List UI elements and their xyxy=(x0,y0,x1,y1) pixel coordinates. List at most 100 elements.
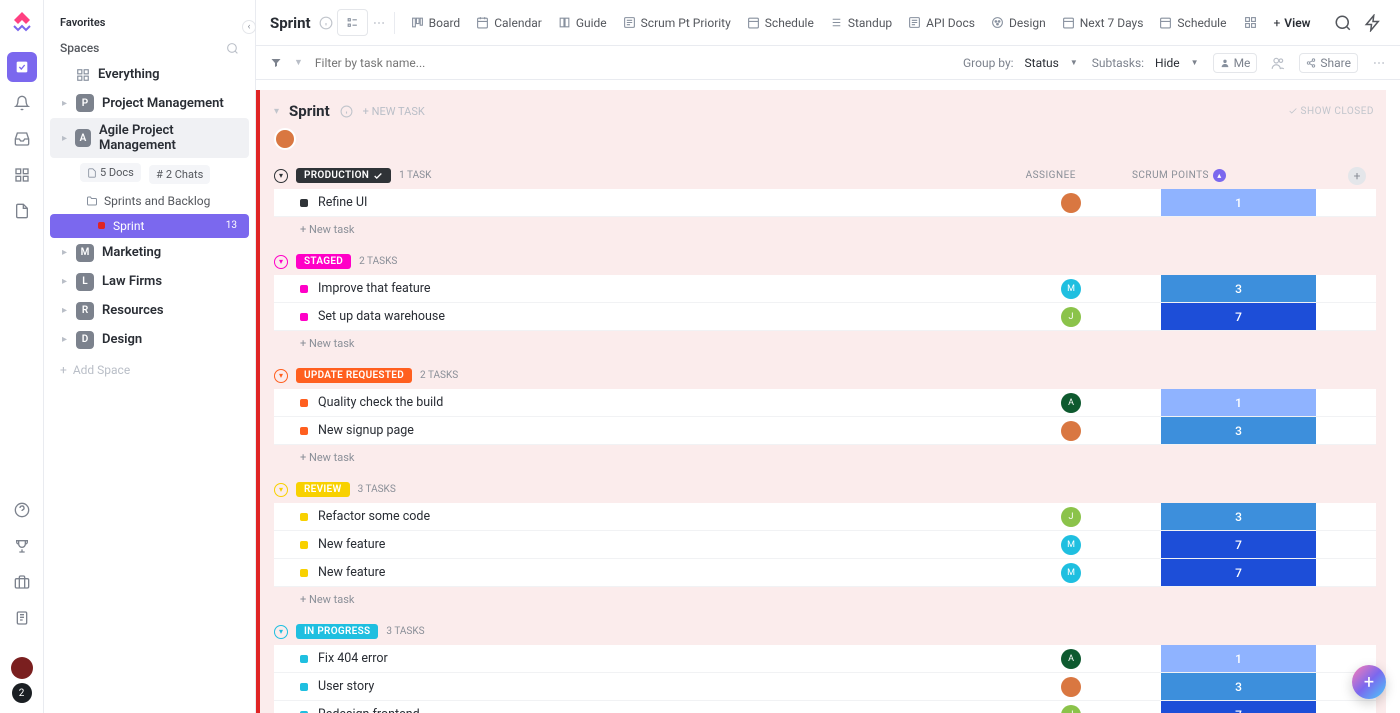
sidebar-row-everything[interactable]: Everything xyxy=(50,62,249,87)
assignee-avatar[interactable] xyxy=(1061,677,1081,697)
assignee-avatar[interactable] xyxy=(1061,193,1081,213)
new-task-row[interactable]: + New task xyxy=(274,587,1376,610)
filter-icon[interactable] xyxy=(270,57,282,69)
scrum-points-cell[interactable]: 3 xyxy=(1161,503,1316,530)
view-tab-guide[interactable]: Guide xyxy=(550,10,615,36)
assignee-avatar[interactable]: J xyxy=(1061,507,1081,527)
app-logo[interactable] xyxy=(10,10,34,34)
assignee-avatar[interactable]: M xyxy=(1061,279,1081,299)
assignee-avatar[interactable]: M xyxy=(1061,535,1081,555)
scrum-points-cell[interactable]: 7 xyxy=(1161,559,1316,586)
scrum-points-cell[interactable]: 1 xyxy=(1161,389,1316,416)
view-tab-list[interactable] xyxy=(337,9,368,36)
grid-icon[interactable] xyxy=(7,160,37,190)
assignee-avatar[interactable]: A xyxy=(1061,649,1081,669)
status-chip[interactable]: UPDATE REQUESTED xyxy=(296,368,412,383)
help-icon[interactable] xyxy=(7,495,37,525)
task-row[interactable]: Refine UI 1 xyxy=(274,189,1376,217)
show-closed-button[interactable]: SHOW CLOSED xyxy=(1288,106,1374,117)
sidebar-folder[interactable]: Sprints and Backlog xyxy=(50,189,249,213)
collapse-icon[interactable]: ▾ xyxy=(274,106,279,117)
new-task-row[interactable]: + New task xyxy=(274,445,1376,468)
search-icon[interactable] xyxy=(226,42,239,55)
briefcase-icon[interactable] xyxy=(7,567,37,597)
assignee-avatar[interactable] xyxy=(1061,421,1081,441)
clipboard-icon[interactable] xyxy=(7,603,37,633)
task-row[interactable]: User story 3 xyxy=(274,673,1376,701)
view-tab-board[interactable]: Board xyxy=(403,10,469,36)
scrum-points-cell[interactable]: 7 xyxy=(1161,701,1316,713)
new-task-row[interactable]: + New task xyxy=(274,217,1376,240)
new-task-row[interactable]: + New task xyxy=(274,331,1376,354)
scrum-points-cell[interactable]: 7 xyxy=(1161,531,1316,558)
me-button[interactable]: Me xyxy=(1213,53,1258,73)
spaces-header[interactable]: Spaces xyxy=(60,41,99,55)
add-space-button[interactable]: + Add Space xyxy=(44,355,255,385)
task-row[interactable]: New signup page 3 xyxy=(274,417,1376,445)
status-chip[interactable]: PRODUCTION xyxy=(296,168,391,183)
fab-create-button[interactable]: + xyxy=(1352,665,1386,699)
view-tab-api-docs[interactable]: API Docs xyxy=(900,10,983,36)
status-chip[interactable]: REVIEW xyxy=(296,482,350,497)
sidebar-space-design[interactable]: ▸ D Design xyxy=(50,326,249,354)
assignee-avatar[interactable]: A xyxy=(1061,393,1081,413)
groupby-dropdown[interactable]: Group by: Status ▼ xyxy=(963,56,1078,70)
doc-icon[interactable] xyxy=(7,196,37,226)
view-tab-schedule[interactable]: Schedule xyxy=(1151,10,1234,36)
assignee-avatar[interactable]: J xyxy=(1061,307,1081,327)
view-tab-calendar[interactable]: Calendar xyxy=(468,10,550,36)
grid-view-icon[interactable] xyxy=(1244,16,1257,29)
assignee-avatar[interactable]: M xyxy=(1061,563,1081,583)
user-avatar[interactable] xyxy=(11,657,33,679)
count-badge[interactable]: 2 xyxy=(12,683,32,703)
task-row[interactable]: Quality check the build A 1 xyxy=(274,389,1376,417)
assignees-icon[interactable] xyxy=(1271,56,1285,70)
task-row[interactable]: New feature M 7 xyxy=(274,531,1376,559)
scrum-points-cell[interactable]: 3 xyxy=(1161,417,1316,444)
assignee-avatar[interactable]: J xyxy=(1061,705,1081,713)
subtasks-dropdown[interactable]: Subtasks: Hide ▼ xyxy=(1092,56,1199,70)
bolt-icon[interactable] xyxy=(1360,10,1386,36)
search-icon[interactable] xyxy=(1330,10,1356,36)
new-task-button[interactable]: + NEW TASK xyxy=(363,105,425,118)
sidebar-space-project-management[interactable]: ▸ P Project Management xyxy=(50,89,249,117)
trophy-icon[interactable] xyxy=(7,531,37,561)
docs-chip[interactable]: 5 Docs xyxy=(80,163,141,182)
task-row[interactable]: Redesign frontend J 7 xyxy=(274,701,1376,713)
more-icon[interactable] xyxy=(1372,56,1386,70)
view-tab-design[interactable]: Design xyxy=(983,10,1054,36)
collapse-sidebar-icon[interactable]: ‹ xyxy=(242,20,256,34)
info-icon[interactable] xyxy=(340,105,353,118)
status-chip[interactable]: IN PROGRESS xyxy=(296,624,378,639)
view-tab-schedule[interactable]: Schedule xyxy=(739,10,822,36)
task-row[interactable]: Set up data warehouse J 7 xyxy=(274,303,1376,331)
collapse-icon[interactable]: ▾ xyxy=(274,625,288,639)
scrum-points-cell[interactable]: 7 xyxy=(1161,303,1316,330)
add-column-button[interactable]: + xyxy=(1348,167,1366,185)
collapse-icon[interactable]: ▾ xyxy=(274,169,288,183)
chats-chip[interactable]: #2 Chats xyxy=(149,165,210,184)
more-icon[interactable] xyxy=(372,16,386,30)
task-row[interactable]: Fix 404 error A 1 xyxy=(274,645,1376,673)
share-button[interactable]: Share xyxy=(1299,53,1358,73)
add-view-button[interactable]: +View xyxy=(1267,12,1316,34)
sidebar-space-resources[interactable]: ▸ R Resources xyxy=(50,297,249,325)
view-tab-standup[interactable]: Standup xyxy=(822,10,900,36)
inbox-icon[interactable] xyxy=(7,124,37,154)
info-icon[interactable] xyxy=(319,16,333,30)
view-tab-scrum-pt-priority[interactable]: Scrum Pt Priority xyxy=(615,10,739,36)
sprint-avatar[interactable] xyxy=(274,128,296,150)
home-icon[interactable] xyxy=(7,52,37,82)
sidebar-space-law-firms[interactable]: ▸ L Law Firms xyxy=(50,268,249,296)
scrum-points-cell[interactable]: 1 xyxy=(1161,645,1316,672)
sidebar-space-marketing[interactable]: ▸ M Marketing xyxy=(50,239,249,267)
sidebar-list-sprint[interactable]: Sprint 13 xyxy=(50,214,249,238)
collapse-icon[interactable]: ▾ xyxy=(274,255,288,269)
collapse-icon[interactable]: ▾ xyxy=(274,483,288,497)
scrum-points-cell[interactable]: 3 xyxy=(1161,673,1316,700)
scrum-points-cell[interactable]: 1 xyxy=(1161,189,1316,216)
task-row[interactable]: Refactor some code J 3 xyxy=(274,503,1376,531)
collapse-icon[interactable]: ▾ xyxy=(274,369,288,383)
status-chip[interactable]: STAGED xyxy=(296,254,351,269)
bell-icon[interactable] xyxy=(7,88,37,118)
